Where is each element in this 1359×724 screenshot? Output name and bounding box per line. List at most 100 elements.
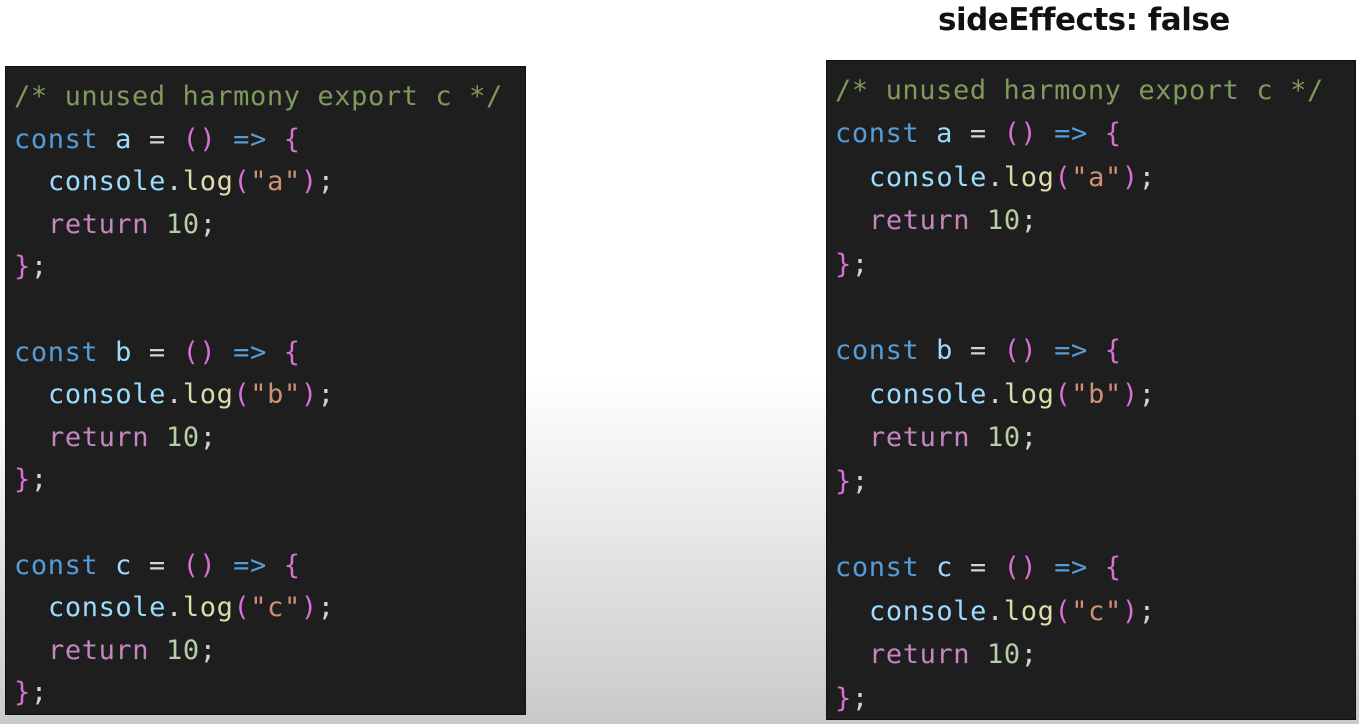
code-token: console <box>48 379 166 411</box>
code-token: ( <box>233 166 251 198</box>
code-token: . <box>166 166 183 198</box>
code-line: console.log("b"); <box>835 373 1156 417</box>
code-token: () <box>986 118 1038 150</box>
code-token: { <box>266 549 301 581</box>
code-token: const <box>14 549 99 581</box>
code-line: console.log("c"); <box>835 590 1156 634</box>
code-token: "c" <box>250 592 301 624</box>
code-line: const c = () => { <box>835 546 1122 590</box>
code-token: = <box>132 123 166 155</box>
code-token: const <box>14 123 99 155</box>
code-token: ; <box>1138 595 1156 627</box>
code-token: . <box>166 379 183 411</box>
code-line: return 10; <box>14 203 217 247</box>
code-token: => <box>216 336 267 368</box>
code-token: . <box>166 592 183 624</box>
code-line: return 10; <box>835 416 1038 460</box>
code-token: } <box>835 248 852 280</box>
code-token: () <box>986 335 1038 367</box>
code-token: return <box>869 205 971 237</box>
code-token: 10 <box>970 422 1021 454</box>
code-token: "b" <box>1071 378 1122 410</box>
code-token: ; <box>851 248 869 280</box>
code-token: } <box>835 465 852 497</box>
code-token: const <box>14 336 99 368</box>
code-token: "a" <box>250 166 301 198</box>
code-token: ( <box>233 592 251 624</box>
code-token: b <box>98 336 132 368</box>
code-line: }; <box>14 458 48 502</box>
code-token: } <box>835 682 852 714</box>
code-line: const a = () => { <box>835 112 1122 156</box>
side-effects-caption: sideEffects: false <box>938 2 1230 38</box>
code-token: => <box>1037 335 1088 367</box>
code-token: ) <box>1121 595 1139 627</box>
code-token: ; <box>317 379 335 411</box>
code-token: => <box>216 123 267 155</box>
code-token: { <box>1087 552 1122 584</box>
code-token: log <box>182 379 234 411</box>
code-token: ( <box>1054 378 1072 410</box>
code-token: return <box>869 422 971 454</box>
code-line: }; <box>14 245 48 289</box>
code-token: b <box>919 335 953 367</box>
code-token: ; <box>1020 639 1038 671</box>
code-token: } <box>14 251 31 283</box>
code-token: { <box>266 336 301 368</box>
code-token: => <box>1037 552 1088 584</box>
code-panel-right: /* unused harmony export c */ const a = (… <box>826 60 1356 720</box>
code-token: "b" <box>250 379 301 411</box>
code-token: 10 <box>970 639 1021 671</box>
code-token: ; <box>851 465 869 497</box>
code-token: . <box>987 378 1004 410</box>
code-token: return <box>48 421 150 453</box>
code-line: }; <box>835 460 869 504</box>
code-token: ; <box>317 592 335 624</box>
code-token: console <box>869 378 987 410</box>
code-line: return 10; <box>835 199 1038 243</box>
code-token: } <box>14 464 31 496</box>
code-line: return 10; <box>14 416 217 460</box>
code-token: return <box>869 639 971 671</box>
code-token: ; <box>317 166 335 198</box>
code-token: = <box>132 549 166 581</box>
code-token: { <box>1087 118 1122 150</box>
code-token: console <box>48 166 166 198</box>
code-token: ) <box>300 379 318 411</box>
code-token: { <box>266 123 301 155</box>
code-token: ; <box>30 677 48 709</box>
code-token: /* unused harmony export c */ <box>835 75 1324 106</box>
code-token: ; <box>199 208 217 240</box>
code-token: ) <box>1121 161 1139 193</box>
code-token: 10 <box>149 208 200 240</box>
code-line: return 10; <box>835 633 1038 677</box>
code-token: a <box>98 123 132 155</box>
code-token: ; <box>30 251 48 283</box>
code-token: return <box>48 208 150 240</box>
code-token: c <box>919 552 953 584</box>
code-token: ) <box>1121 378 1139 410</box>
code-line: console.log("a"); <box>14 160 335 204</box>
code-line: return 10; <box>14 629 217 673</box>
code-line: console.log("a"); <box>835 156 1156 200</box>
code-token: 10 <box>149 634 200 666</box>
code-token: ; <box>1020 422 1038 454</box>
code-token: const <box>835 335 920 367</box>
code-line: /* unused harmony export c */ <box>14 75 503 119</box>
code-token: /* unused harmony export c */ <box>14 81 503 112</box>
code-token: ) <box>300 166 318 198</box>
code-token: console <box>48 592 166 624</box>
code-token: ( <box>1054 595 1072 627</box>
code-token: ; <box>199 634 217 666</box>
code-token: "c" <box>1071 595 1122 627</box>
code-token: log <box>1003 161 1055 193</box>
code-token: () <box>986 552 1038 584</box>
code-line: const a = () => { <box>14 118 301 162</box>
code-line: /* unused harmony export c */ <box>835 69 1324 113</box>
code-token: = <box>953 552 987 584</box>
code-token: console <box>869 161 987 193</box>
code-token: c <box>98 549 132 581</box>
